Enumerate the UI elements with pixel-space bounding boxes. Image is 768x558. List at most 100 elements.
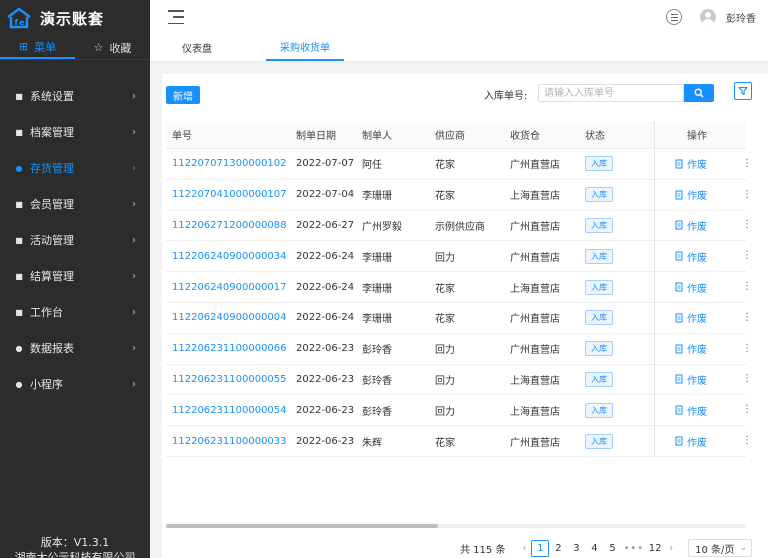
void-button[interactable]: 作废 (675, 341, 707, 356)
warehouse-cell: 广州直营店 (510, 252, 560, 264)
void-button[interactable]: 作废 (675, 310, 707, 325)
receipt-number-link[interactable]: 112206240900000017 (166, 282, 290, 293)
receipt-number-link[interactable]: 112206240900000034 (166, 251, 290, 262)
void-label: 作废 (687, 345, 707, 357)
page-5[interactable]: 5 (603, 543, 621, 554)
sidebar-item-settlement[interactable]: ■ 结算管理 › (0, 258, 150, 294)
sidebar-tab-favorites[interactable]: ☆ 收藏 (75, 36, 150, 59)
page-3[interactable]: 3 (567, 543, 585, 554)
receipt-number-link[interactable]: 112207071300000102 (166, 158, 290, 169)
sidebar-tab-menu[interactable]: ⊞ 菜单 (0, 36, 75, 59)
page-1[interactable]: 1 (531, 539, 550, 557)
sidebar-item-miniapp[interactable]: ● 小程序 › (0, 366, 150, 402)
void-button[interactable]: 作废 (675, 187, 707, 202)
tab-dashboard[interactable]: 仪表盘 (168, 34, 226, 61)
sidebar-item-inventory[interactable]: ● 存货管理 › (0, 150, 150, 186)
more-icon[interactable]: ⋮ (742, 282, 752, 292)
tab-purchase-receipt[interactable]: 采购收货单 (266, 34, 344, 61)
sidebar-item-activity[interactable]: ■ 活动管理 › (0, 222, 150, 258)
search-input[interactable] (538, 84, 684, 102)
void-label: 作废 (687, 314, 707, 326)
supplier-cell: 示例供应商 (435, 221, 485, 233)
receipt-number-link[interactable]: 112206231100000033 (166, 436, 290, 447)
status-badge: 入库 (585, 156, 613, 172)
chevron-right-icon: › (132, 342, 136, 354)
void-button[interactable]: 作废 (675, 249, 707, 264)
page-last[interactable]: 12 (646, 543, 664, 554)
horizontal-scrollbar[interactable] (166, 524, 746, 528)
void-button[interactable]: 作废 (675, 156, 707, 171)
avatar[interactable] (700, 9, 716, 25)
more-icon[interactable]: ⋮ (742, 251, 752, 261)
date-cell: 2022-07-04 (296, 189, 355, 201)
more-icon[interactable]: ⋮ (742, 405, 752, 415)
sidebar-item-report[interactable]: ● 数据报表 › (0, 330, 150, 366)
void-button[interactable]: 作废 (675, 218, 707, 233)
search-button[interactable] (684, 84, 714, 102)
more-icon[interactable]: ⋮ (742, 436, 752, 446)
hamburger-circle-icon[interactable] (666, 9, 682, 25)
void-button[interactable]: 作废 (675, 403, 707, 418)
prev-page-icon[interactable]: ‹ (517, 543, 531, 554)
scrollbar-thumb[interactable] (166, 524, 438, 528)
void-button[interactable]: 作废 (675, 372, 707, 387)
user-name[interactable]: 彭玲香 (726, 10, 756, 25)
supplier-cell: 回力 (435, 345, 455, 357)
sidebar-item-label: 系统设置 (30, 90, 74, 103)
logo: f e 演示账套 (0, 0, 150, 36)
status-badge: 入库 (585, 279, 613, 295)
more-icon[interactable]: ⋮ (742, 189, 752, 200)
table-row: 112206231100000054 2022-06-23 彭玲香 回力 上海直营店 入库… (166, 395, 752, 427)
inventory-icon: ● (15, 163, 23, 173)
page-ellipsis[interactable]: ••• (621, 543, 646, 554)
void-icon (675, 190, 683, 200)
sidebar-item-label: 小程序 (30, 378, 63, 391)
top-header: 彭玲香 (150, 0, 768, 34)
filter-button[interactable] (734, 82, 752, 100)
status-cell: 入库 (585, 402, 654, 418)
star-icon: ☆ (93, 41, 104, 54)
void-button[interactable]: 作废 (675, 434, 707, 449)
sidebar-item-label: 存货管理 (30, 162, 74, 175)
add-button[interactable]: 新增 (166, 86, 200, 104)
receipt-number-link[interactable]: 112206231100000055 (166, 374, 290, 385)
receipt-number-link[interactable]: 112207041000000107 (166, 189, 290, 200)
warehouse-cell: 上海直营店 (510, 191, 560, 203)
page-size-select[interactable]: 10 条/页 ⌄ (688, 539, 753, 557)
page-4[interactable]: 4 (585, 543, 603, 554)
void-button[interactable]: 作废 (675, 280, 707, 295)
chevron-right-icon: › (132, 198, 136, 210)
date-cell: 2022-06-24 (296, 281, 355, 293)
sidebar-item-label: 结算管理 (30, 270, 74, 283)
void-icon (675, 436, 683, 446)
sidebar-item-archive[interactable]: ■ 档案管理 › (0, 114, 150, 150)
receipt-number-link[interactable]: 112206231100000066 (166, 343, 290, 354)
menu-collapse-icon[interactable] (168, 10, 184, 24)
status-cell: 入库 (585, 433, 654, 449)
supplier-cell: 花家 (435, 191, 455, 203)
member-icon: ■ (15, 199, 23, 209)
more-icon[interactable]: ⋮ (742, 220, 752, 230)
sidebar-item-system-settings[interactable]: ■ 系统设置 › (0, 78, 150, 114)
more-icon[interactable]: ⋮ (742, 312, 752, 323)
sidebar-item-member[interactable]: ■ 会员管理 › (0, 186, 150, 222)
warehouse-cell: 广州直营店 (510, 160, 560, 172)
more-icon[interactable]: ⋮ (742, 158, 752, 169)
page-2[interactable]: 2 (549, 543, 567, 554)
page-tabs: 仪表盘 采购收货单 (150, 34, 768, 62)
receipt-number-link[interactable]: 112206271200000088 (166, 220, 290, 231)
receipt-number-link[interactable]: 112206240900000004 (166, 312, 290, 323)
gift-icon: ■ (15, 235, 23, 245)
more-icon[interactable]: ⋮ (742, 374, 752, 384)
maker-cell: 彭玲香 (362, 375, 392, 387)
app-title: 演示账套 (40, 9, 105, 28)
next-page-icon[interactable]: › (664, 543, 678, 554)
warehouse-cell: 广州直营店 (510, 437, 560, 449)
table-header: 单号 制单日期 制单人 供应商 收货仓 状态 操作 (166, 121, 746, 149)
column-header: 收货仓 (510, 131, 540, 142)
void-icon (675, 282, 683, 292)
receipt-number-link[interactable]: 112206231100000054 (166, 405, 290, 416)
column-header: 操作 (654, 121, 742, 148)
more-icon[interactable]: ⋮ (742, 343, 752, 354)
sidebar-item-workbench[interactable]: ■ 工作台 › (0, 294, 150, 330)
